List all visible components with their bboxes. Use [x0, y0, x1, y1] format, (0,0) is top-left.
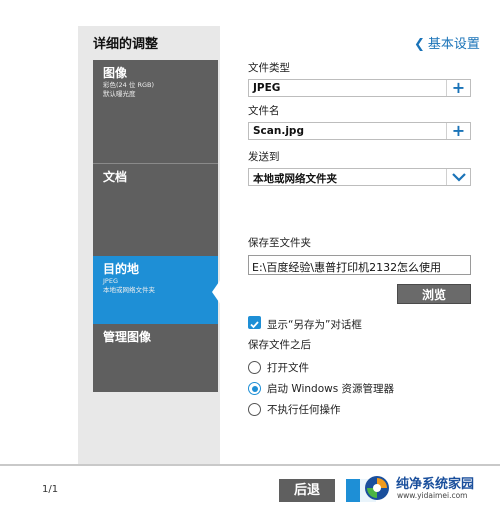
basic-settings-link[interactable]: ❮ 基本设置: [414, 33, 480, 52]
active-nav-pointer: [212, 279, 221, 305]
show-save-as-checkbox[interactable]: [248, 316, 261, 329]
page-count: 1/1: [42, 484, 59, 495]
nav-item-manage-images-title: 管理图像: [103, 330, 152, 344]
watermark: 纯净系统家园 www.yidaimei.com: [360, 470, 500, 505]
save-folder-label: 保存至文件夹: [248, 237, 311, 249]
nav-item-destination-sub2: 本地或网络文件夹: [103, 286, 155, 294]
nav-item-image-sub2: 默认曝光度: [103, 90, 136, 98]
footer-divider: [0, 464, 500, 466]
nav-item-image[interactable]: 图像 彩色(24 位 RGB) 默认曝光度: [93, 60, 218, 164]
chevron-down-icon[interactable]: [446, 169, 470, 185]
plus-icon[interactable]: +: [446, 123, 470, 139]
radio-open-file[interactable]: [248, 361, 261, 374]
nav-item-image-sub1: 彩色(24 位 RGB): [103, 81, 154, 89]
file-name-label: 文件名: [248, 105, 280, 117]
radio-open-file-label: 打开文件: [267, 362, 309, 374]
radio-launch-explorer-label: 启动 Windows 资源管理器: [267, 383, 395, 395]
send-to-label: 发送到: [248, 151, 280, 163]
browse-button[interactable]: 浏览: [397, 284, 471, 304]
watermark-logo-icon: [365, 476, 389, 500]
show-save-as-label: 显示“另存为”对话框: [267, 319, 362, 331]
back-button[interactable]: 后退: [279, 479, 335, 502]
basic-settings-label: 基本设置: [427, 37, 480, 52]
chevron-left-icon: ❮: [414, 37, 425, 52]
checkmark-icon: [250, 321, 259, 329]
send-to-select[interactable]: 本地或网络文件夹: [248, 168, 471, 186]
nav-item-destination[interactable]: 目的地 JPEG 本地或网络文件夹: [93, 256, 218, 324]
radio-do-nothing[interactable]: [248, 403, 261, 416]
save-folder-input[interactable]: E:\百度经验\惠普打印机2132怎么使用: [248, 255, 471, 275]
radio-launch-explorer[interactable]: [248, 382, 261, 395]
radio-do-nothing-label: 不执行任何操作: [267, 404, 341, 416]
file-type-value: JPEG: [253, 82, 281, 94]
settings-nav: 图像 彩色(24 位 RGB) 默认曝光度 文档 目的地 JPEG 本地或网络文…: [93, 60, 218, 392]
file-type-field[interactable]: JPEG +: [248, 79, 471, 97]
send-to-value: 本地或网络文件夹: [253, 173, 337, 185]
file-name-value: Scan.jpg: [253, 125, 304, 137]
nav-item-document[interactable]: 文档: [93, 164, 218, 256]
file-type-label: 文件类型: [248, 62, 290, 74]
watermark-title: 纯净系统家园: [396, 477, 475, 492]
after-save-label: 保存文件之后: [248, 339, 311, 351]
file-name-field[interactable]: Scan.jpg +: [248, 122, 471, 140]
watermark-url: www.yidaimei.com: [397, 491, 468, 500]
page-title: 详细的调整: [93, 37, 159, 52]
nav-item-destination-sub1: JPEG: [103, 277, 118, 285]
nav-item-manage-images[interactable]: 管理图像: [93, 324, 218, 392]
nav-item-destination-title: 目的地: [103, 262, 140, 276]
plus-icon[interactable]: +: [446, 80, 470, 96]
nav-item-image-title: 图像: [103, 66, 128, 80]
save-folder-value: E:\百度经验\惠普打印机2132怎么使用: [252, 261, 442, 274]
nav-item-document-title: 文档: [103, 170, 128, 184]
